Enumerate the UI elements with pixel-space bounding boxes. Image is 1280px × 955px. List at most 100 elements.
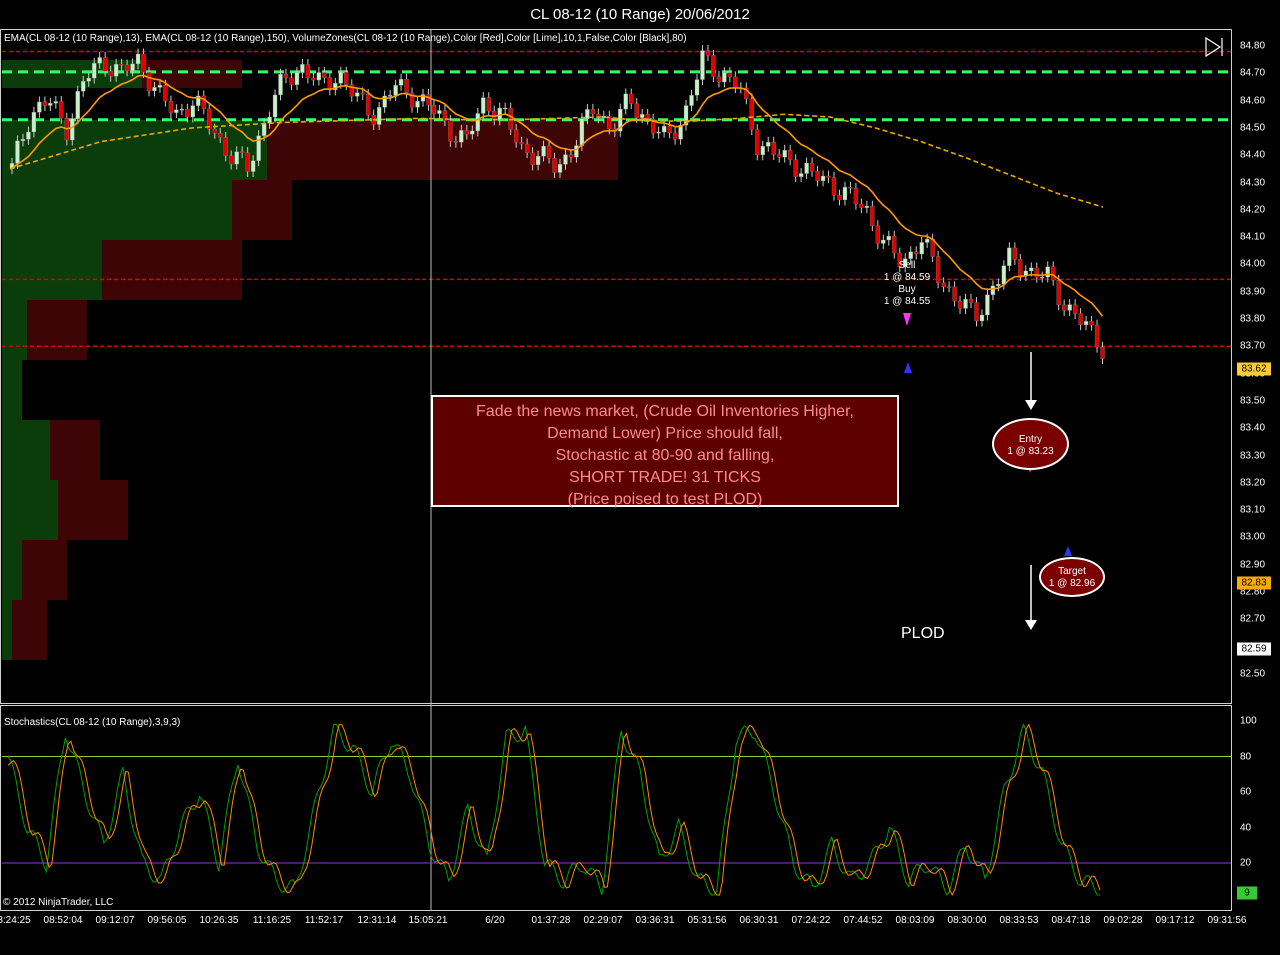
candle	[552, 157, 557, 173]
candle	[925, 239, 930, 243]
price-axis-tick: 83.40	[1240, 422, 1266, 434]
stochastics-axis-tick: 100	[1240, 715, 1257, 727]
time-axis-tick: 09:17:12	[1155, 915, 1195, 926]
volume-zone-green	[2, 600, 12, 660]
price-axis-tick: 83.00	[1240, 531, 1266, 543]
candle	[842, 187, 848, 201]
candle	[86, 77, 91, 82]
candle	[218, 133, 223, 138]
candle	[634, 103, 639, 118]
candle	[722, 72, 727, 83]
plod-label: PLOD	[901, 625, 945, 642]
target-label: Target	[1058, 566, 1086, 577]
candle	[360, 92, 365, 95]
candle	[283, 74, 289, 78]
candle	[327, 77, 332, 91]
time-axis-tick: 15:05:21	[408, 915, 448, 926]
candle	[190, 105, 195, 118]
volume-zone-red	[102, 240, 242, 300]
annotation-line: Fade the news market, (Crude Oil Invento…	[476, 403, 854, 420]
stochastics-value-tag: 9	[1237, 886, 1257, 900]
price-axis-tick: 83.90	[1240, 286, 1266, 298]
price-axis-tick: 84.00	[1240, 258, 1266, 270]
volume-zone-green	[2, 300, 27, 360]
candle	[37, 101, 42, 113]
entry-label: Entry	[1018, 434, 1043, 445]
candle	[705, 50, 711, 56]
candle	[497, 107, 502, 120]
candle	[579, 118, 585, 146]
candle	[661, 125, 667, 133]
candle	[1078, 313, 1083, 325]
price-axis-tick: 84.20	[1240, 204, 1266, 216]
candle	[1007, 247, 1012, 266]
candle	[464, 130, 469, 135]
candle	[1018, 259, 1023, 276]
buy-arrow-icon	[1064, 546, 1072, 556]
candle	[163, 85, 168, 102]
candle	[398, 79, 404, 86]
candle	[508, 107, 513, 130]
candle	[157, 85, 163, 88]
candle	[1062, 304, 1067, 311]
price-axis-tick: 84.80	[1240, 40, 1266, 52]
candle	[1067, 304, 1072, 311]
volume-zone-red	[27, 300, 87, 360]
candle	[245, 152, 250, 172]
candle	[272, 94, 278, 118]
candle	[908, 251, 913, 259]
candle	[59, 101, 64, 119]
price-axis-tick: 83.20	[1240, 477, 1266, 489]
time-axis-tick: 12:31:14	[357, 915, 397, 926]
volume-zone-green	[2, 240, 102, 300]
candle	[919, 242, 924, 255]
price-tag: 82.83	[1237, 576, 1271, 590]
candle	[42, 101, 48, 106]
candle	[289, 77, 294, 85]
candle	[415, 101, 420, 108]
sell-label: Sell	[898, 260, 916, 271]
candle	[837, 195, 842, 201]
price-axis-tick: 83.10	[1240, 504, 1266, 516]
sell-price: 1 @ 84.59	[883, 272, 931, 283]
candle	[815, 171, 820, 182]
candle	[300, 64, 305, 73]
play-icon[interactable]	[1202, 36, 1224, 58]
candle	[250, 160, 256, 172]
sell-arrow-icon	[903, 313, 911, 326]
volume-zone-green	[2, 480, 58, 540]
candle	[322, 72, 327, 78]
candle	[108, 71, 113, 77]
time-axis-tick: 11:16:25	[252, 915, 292, 926]
copyright-text: © 2012 NinjaTrader, LLC	[3, 897, 114, 908]
candle	[563, 154, 568, 165]
down-arrow-icon	[1025, 620, 1037, 630]
candle	[141, 53, 146, 73]
candle	[212, 128, 217, 134]
candle	[15, 140, 20, 164]
candle	[366, 94, 371, 116]
candle	[338, 71, 343, 84]
candle	[124, 64, 130, 71]
candle	[75, 91, 80, 120]
price-axis-tick: 83.80	[1240, 313, 1266, 325]
price-axis-tick: 83.50	[1240, 395, 1266, 407]
candle	[130, 63, 135, 71]
candle	[437, 110, 442, 114]
candle	[979, 314, 985, 322]
volume-zone-green	[2, 180, 232, 240]
candle	[881, 239, 886, 244]
candle	[26, 131, 31, 140]
price-axis-tick: 82.70	[1240, 613, 1266, 625]
candle	[103, 57, 108, 72]
candle	[864, 206, 870, 208]
buy-arrow-icon	[904, 362, 912, 373]
candle	[481, 97, 486, 114]
price-axis-tick: 82.50	[1240, 668, 1266, 680]
time-axis-tick: 09:02:28	[1103, 915, 1143, 926]
time-axis-tick: 6/20	[485, 915, 505, 926]
annotation-line: Stochastic at 80-90 and falling,	[555, 447, 775, 464]
volume-zone-red	[50, 420, 100, 480]
candle	[886, 236, 891, 241]
candle	[952, 286, 957, 302]
